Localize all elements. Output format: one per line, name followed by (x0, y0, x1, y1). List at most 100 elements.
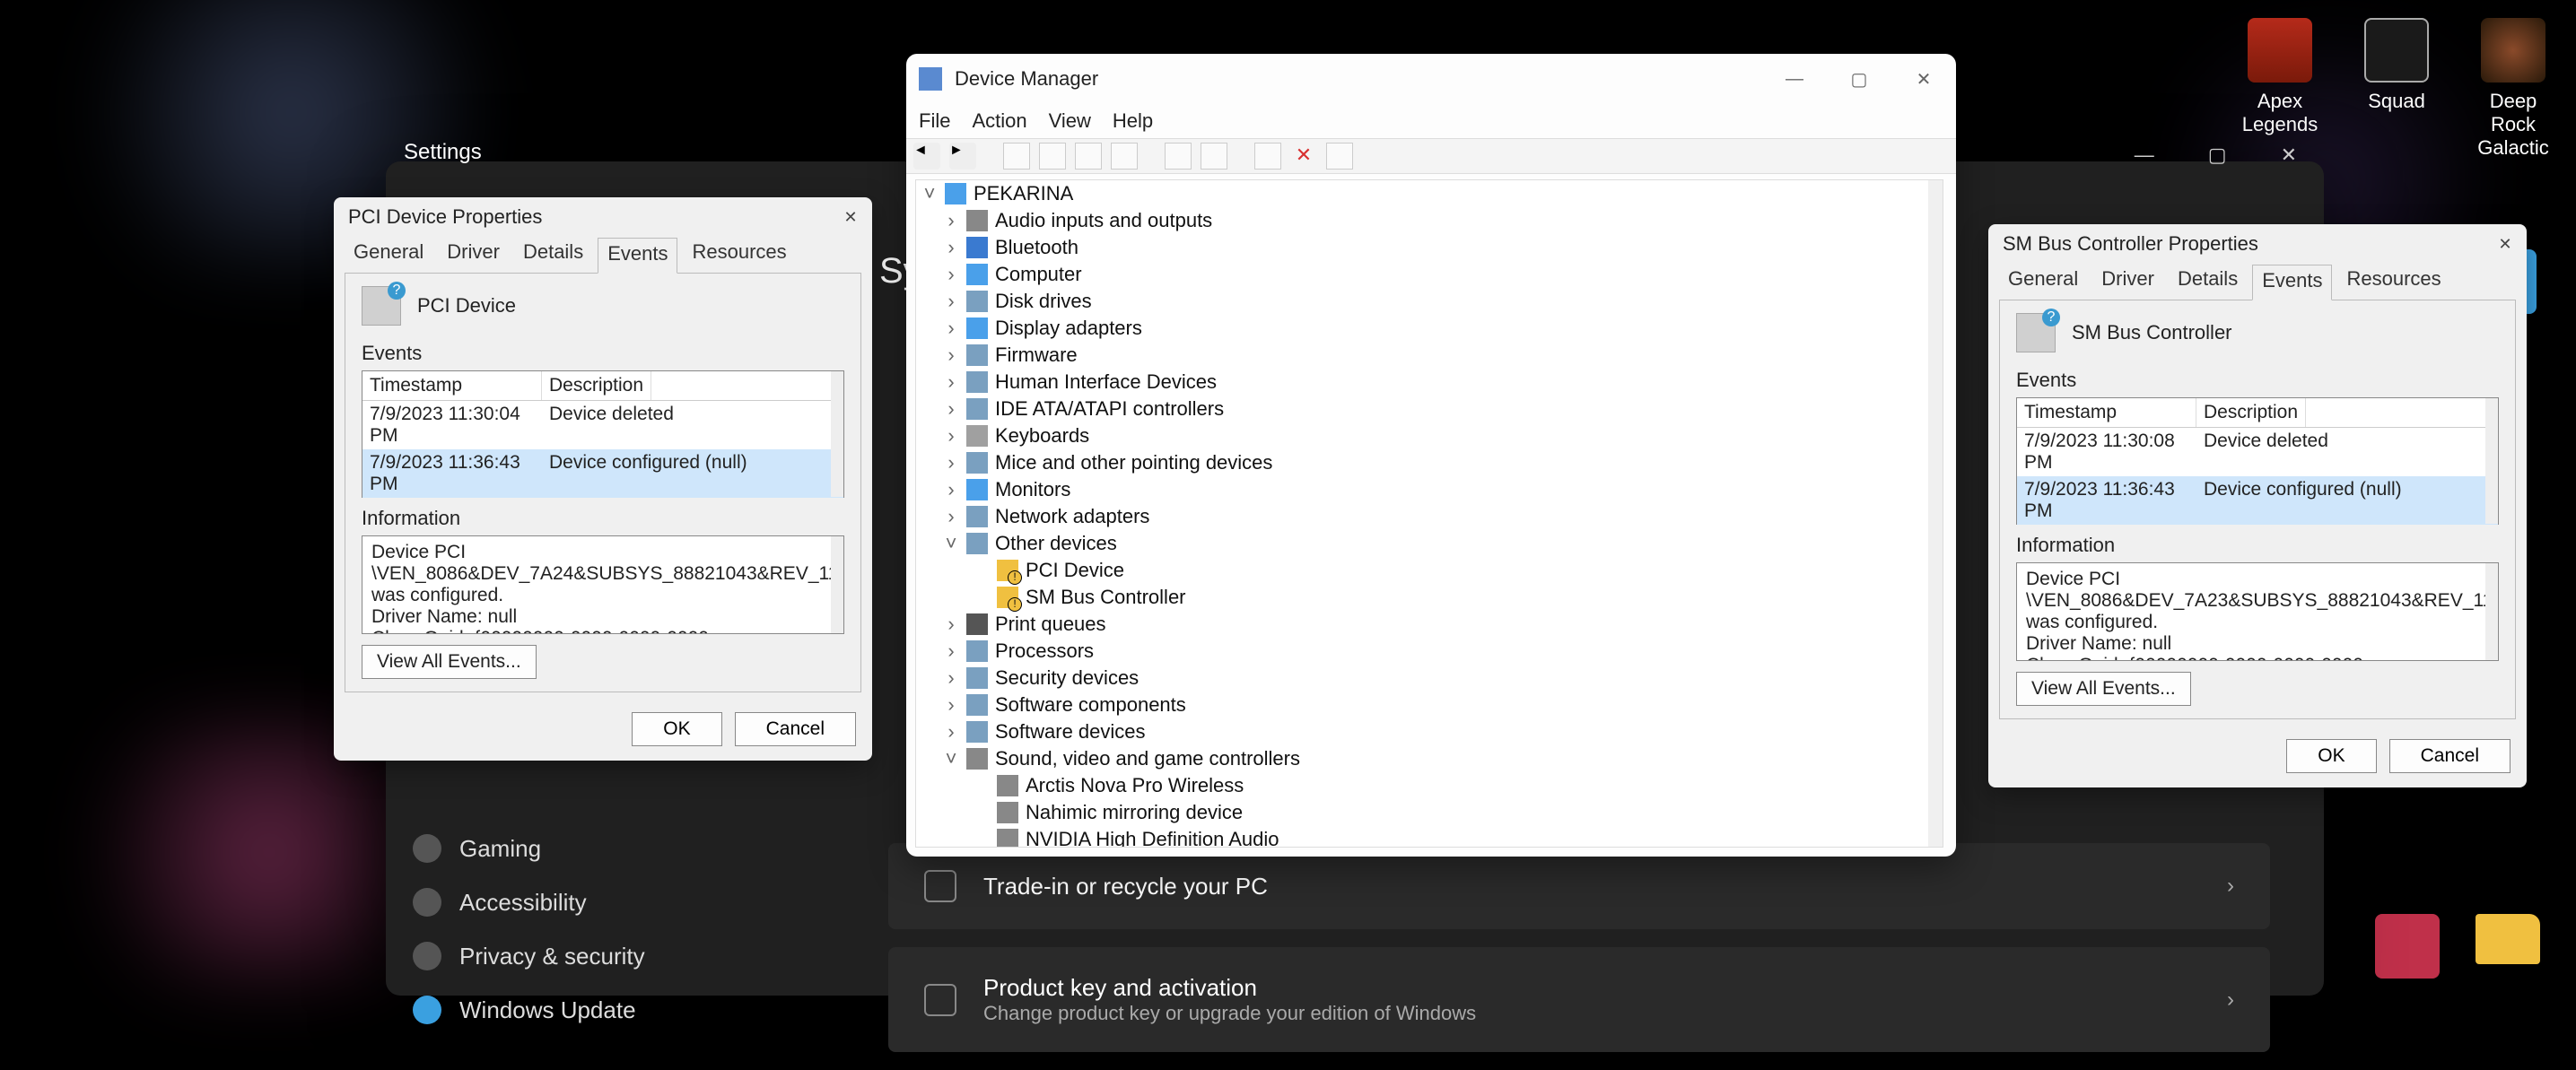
twisty-icon[interactable]: › (943, 317, 959, 340)
dm-menu-file[interactable]: File (919, 109, 950, 133)
toolbar-btn-7[interactable] (1254, 143, 1281, 170)
pci-view-all-button[interactable]: View All Events... (362, 645, 537, 679)
settings-card[interactable]: Product key and activationChange product… (888, 947, 2270, 1052)
twisty-icon[interactable]: › (943, 478, 959, 501)
twisty-icon[interactable]: › (943, 720, 959, 744)
folder-icon[interactable] (2476, 914, 2540, 964)
desktop-icon-drg[interactable]: Deep Rock Galactic (2468, 18, 2558, 160)
dm-node-arctis-nova-pro-wireless[interactable]: Arctis Nova Pro Wireless (916, 772, 1943, 799)
settings-side-gaming[interactable]: Gaming (413, 834, 645, 863)
dm-menu-view[interactable]: View (1049, 109, 1091, 133)
twisty-icon[interactable]: › (943, 451, 959, 474)
dm-node-software-components[interactable]: ›Software components (916, 692, 1943, 718)
desktop-icon-apex[interactable]: Apex Legends (2235, 18, 2325, 160)
twisty-icon[interactable]: › (943, 505, 959, 528)
pci-tab-resources[interactable]: Resources (683, 237, 795, 273)
toolbar-btn-8[interactable] (1326, 143, 1353, 170)
dm-node-network-adapters[interactable]: ›Network adapters (916, 503, 1943, 530)
twisty-icon[interactable]: › (943, 397, 959, 421)
pci-tab-driver[interactable]: Driver (438, 237, 509, 273)
twisty-icon[interactable]: › (943, 639, 959, 663)
pci-tab-general[interactable]: General (345, 237, 432, 273)
dm-node-audio-inputs-and-outputs[interactable]: ›Audio inputs and outputs (916, 207, 1943, 234)
pci-event-row[interactable]: 7/9/2023 11:30:04 PMDevice deleted (362, 401, 843, 449)
dm-node-human-interface-devices[interactable]: ›Human Interface Devices (916, 369, 1943, 396)
twisty-icon[interactable]: ˅ (921, 182, 938, 205)
sm-close-button[interactable]: ✕ (2484, 224, 2527, 264)
dm-node-monitors[interactable]: ›Monitors (916, 476, 1943, 503)
sm-tab-details[interactable]: Details (2169, 264, 2247, 300)
game-shortcut-icon[interactable] (2375, 914, 2440, 979)
pci-info-box[interactable]: Device PCI\VEN_8086&DEV_7A24&SUBSYS_8882… (362, 535, 844, 634)
twisty-icon[interactable]: › (943, 424, 959, 448)
dm-scrollbar[interactable] (1928, 180, 1943, 847)
dm-node-other-devices[interactable]: ˅Other devices (916, 530, 1943, 557)
sm-event-row[interactable]: 7/9/2023 11:30:08 PMDevice deleted (2017, 428, 2498, 476)
sm-events-scrollbar[interactable] (2485, 398, 2498, 524)
twisty-icon[interactable]: › (943, 263, 959, 286)
dm-node-sm-bus-controller[interactable]: SM Bus Controller (916, 584, 1943, 611)
twisty-icon[interactable]: › (943, 693, 959, 717)
dm-node-pci-device[interactable]: PCI Device (916, 557, 1943, 584)
toolbar-btn-4[interactable] (1111, 143, 1138, 170)
sm-tab-general[interactable]: General (1999, 264, 2087, 300)
pci-ok-button[interactable]: OK (632, 712, 721, 746)
pci-tab-events[interactable]: Events (598, 238, 677, 274)
dm-node-nahimic-mirroring-device[interactable]: Nahimic mirroring device (916, 799, 1943, 826)
settings-maximize-button[interactable]: ▢ (2208, 144, 2227, 167)
dm-node-sound-video-and-game-controllers[interactable]: ˅Sound, video and game controllers (916, 745, 1943, 772)
toolbar-btn-6[interactable] (1201, 143, 1227, 170)
twisty-icon[interactable]: › (943, 236, 959, 259)
sm-event-row[interactable]: 7/9/2023 11:36:43 PMDevice configured (n… (2017, 476, 2498, 525)
dm-menu-help[interactable]: Help (1113, 109, 1153, 133)
toolbar-btn-3[interactable] (1075, 143, 1102, 170)
sm-cancel-button[interactable]: Cancel (2389, 739, 2511, 773)
dm-node-disk-drives[interactable]: ›Disk drives (916, 288, 1943, 315)
sm-ok-button[interactable]: OK (2286, 739, 2376, 773)
settings-minimize-button[interactable]: — (2135, 144, 2154, 167)
sm-info-scrollbar[interactable] (2485, 563, 2498, 660)
twisty-icon[interactable]: ˅ (943, 532, 959, 555)
dm-node-nvidia-high-definition-audio[interactable]: NVIDIA High Definition Audio (916, 826, 1943, 848)
dm-menu-action[interactable]: Action (972, 109, 1026, 133)
back-icon[interactable]: ◄ (913, 143, 940, 170)
pci-info-scrollbar[interactable] (831, 536, 843, 633)
pci-event-row[interactable]: 7/9/2023 11:36:43 PMDevice configured (n… (362, 449, 843, 498)
dm-minimize-button[interactable]: — (1762, 54, 1827, 104)
dm-node-print-queues[interactable]: ›Print queues (916, 611, 1943, 638)
toolbar-btn-5[interactable] (1165, 143, 1192, 170)
dm-close-button[interactable]: ✕ (1891, 54, 1956, 104)
pci-col-timestamp[interactable]: Timestamp (362, 371, 542, 400)
twisty-icon[interactable]: › (943, 666, 959, 690)
sm-info-box[interactable]: Device PCI\VEN_8086&DEV_7A23&SUBSYS_8882… (2016, 562, 2499, 661)
settings-side-privacy-security[interactable]: Privacy & security (413, 942, 645, 970)
sm-events-list[interactable]: TimestampDescription7/9/2023 11:30:08 PM… (2016, 397, 2499, 525)
sm-tab-resources[interactable]: Resources (2337, 264, 2449, 300)
toolbar-delete-icon[interactable]: ✕ (1290, 143, 1317, 170)
pci-events-list[interactable]: TimestampDescription7/9/2023 11:30:04 PM… (362, 370, 844, 498)
dm-node-bluetooth[interactable]: ›Bluetooth (916, 234, 1943, 261)
dm-root[interactable]: ˅PEKARINA (916, 180, 1943, 207)
dm-node-display-adapters[interactable]: ›Display adapters (916, 315, 1943, 342)
pci-col-description[interactable]: Description (542, 371, 651, 400)
forward-icon[interactable]: ► (949, 143, 976, 170)
sm-tab-events[interactable]: Events (2252, 265, 2332, 300)
dm-node-ide-ata-atapi-controllers[interactable]: ›IDE ATA/ATAPI controllers (916, 396, 1943, 422)
dm-node-firmware[interactable]: ›Firmware (916, 342, 1943, 369)
dm-node-security-devices[interactable]: ›Security devices (916, 665, 1943, 692)
settings-side-accessibility[interactable]: Accessibility (413, 888, 645, 917)
dm-node-computer[interactable]: ›Computer (916, 261, 1943, 288)
twisty-icon[interactable]: › (943, 209, 959, 232)
dm-maximize-button[interactable]: ▢ (1827, 54, 1891, 104)
pci-tab-details[interactable]: Details (514, 237, 592, 273)
twisty-icon[interactable]: › (943, 344, 959, 367)
dm-node-mice-and-other-pointing-devices[interactable]: ›Mice and other pointing devices (916, 449, 1943, 476)
twisty-icon[interactable]: › (943, 290, 959, 313)
twisty-icon[interactable]: › (943, 613, 959, 636)
toolbar-btn-2[interactable] (1039, 143, 1066, 170)
sm-tab-driver[interactable]: Driver (2092, 264, 2163, 300)
settings-side-windows-update[interactable]: Windows Update (413, 996, 645, 1024)
sm-col-description[interactable]: Description (2196, 398, 2306, 427)
dm-node-software-devices[interactable]: ›Software devices (916, 718, 1943, 745)
dm-node-keyboards[interactable]: ›Keyboards (916, 422, 1943, 449)
